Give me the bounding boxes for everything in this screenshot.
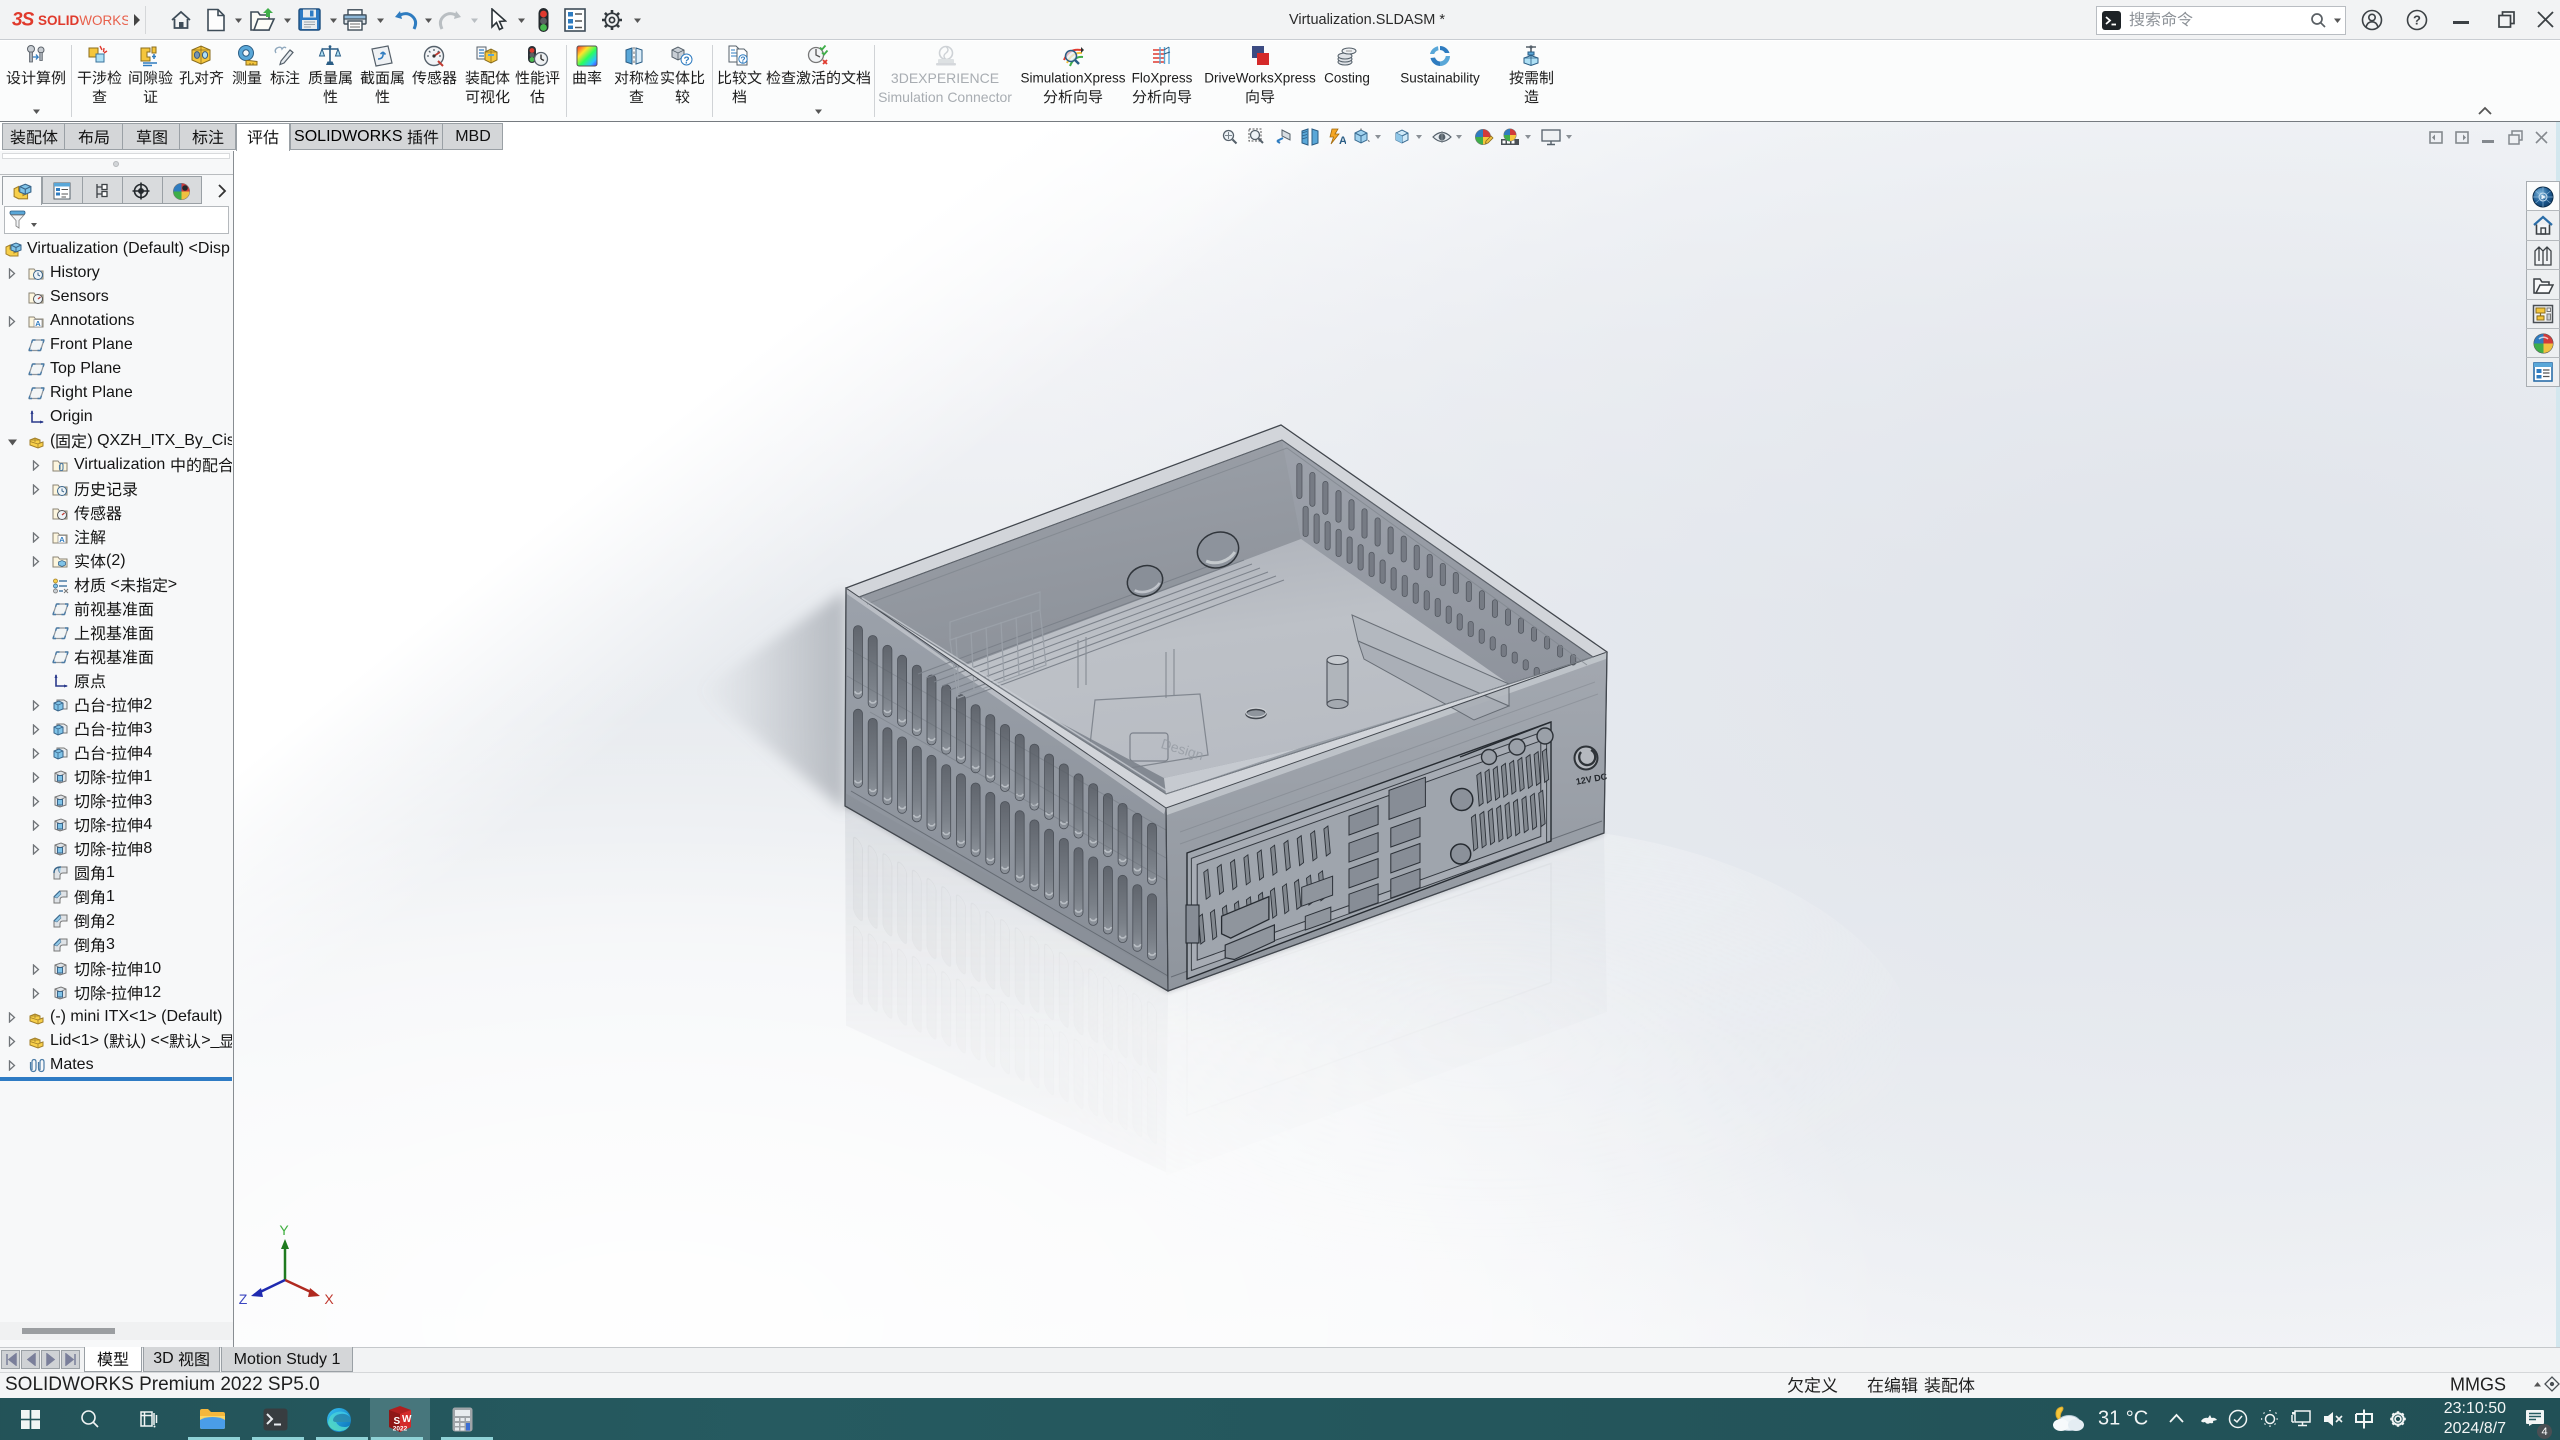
svg-text:?: ?: [2413, 13, 2421, 28]
svg-text:3S: 3S: [12, 10, 35, 31]
svg-text:W: W: [402, 1414, 412, 1425]
svg-text:A: A: [59, 535, 65, 544]
svg-text:A: A: [35, 319, 41, 328]
svg-text:2022: 2022: [393, 1426, 408, 1433]
svg-text:?: ?: [683, 56, 689, 67]
svg-text:?: ?: [740, 54, 745, 64]
svg-text:SOLIDWORKS: SOLIDWORKS: [38, 13, 128, 28]
svg-text:X: X: [324, 1291, 334, 1307]
svg-text:Y: Y: [279, 1225, 289, 1238]
svg-text:Z: Z: [239, 1291, 248, 1307]
